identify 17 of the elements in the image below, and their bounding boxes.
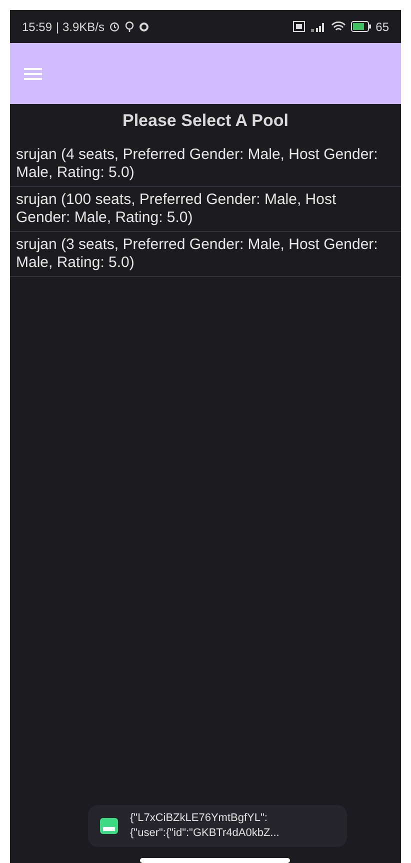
signal-icon [310, 21, 326, 32]
pool-item[interactable]: srujan (3 seats, Preferred Gender: Male, Host Gender: Male, Rating: 5.0) [10, 232, 401, 276]
pool-item[interactable]: srujan (4 seats, Preferred Gender: Male, Host Gender: Male, Rating: 5.0) [10, 142, 401, 186]
wifi-icon [330, 21, 346, 32]
battery-level: 65 [376, 18, 389, 36]
circle-icon [138, 22, 149, 32]
pool-item[interactable]: srujan (100 seats, Preferred Gender: Male, Host Gender: Male, Rating: 5.0) [10, 186, 401, 232]
sim-icon [292, 21, 305, 32]
toast-text: {"user":{"id":"GKBTr4dA0kbZ... [130, 826, 280, 841]
alarm-icon [108, 21, 120, 32]
page-title: Please Select A Pool [122, 110, 290, 132]
status-time: 15:59 [22, 18, 52, 36]
battery-icon [350, 21, 371, 32]
location-icon [124, 21, 135, 32]
app-icon [100, 818, 118, 834]
network-speed: | 3.9KB/s [56, 18, 105, 36]
toast-text: {"L7xCiBZkLE76YmtBgfYL": [130, 811, 268, 826]
